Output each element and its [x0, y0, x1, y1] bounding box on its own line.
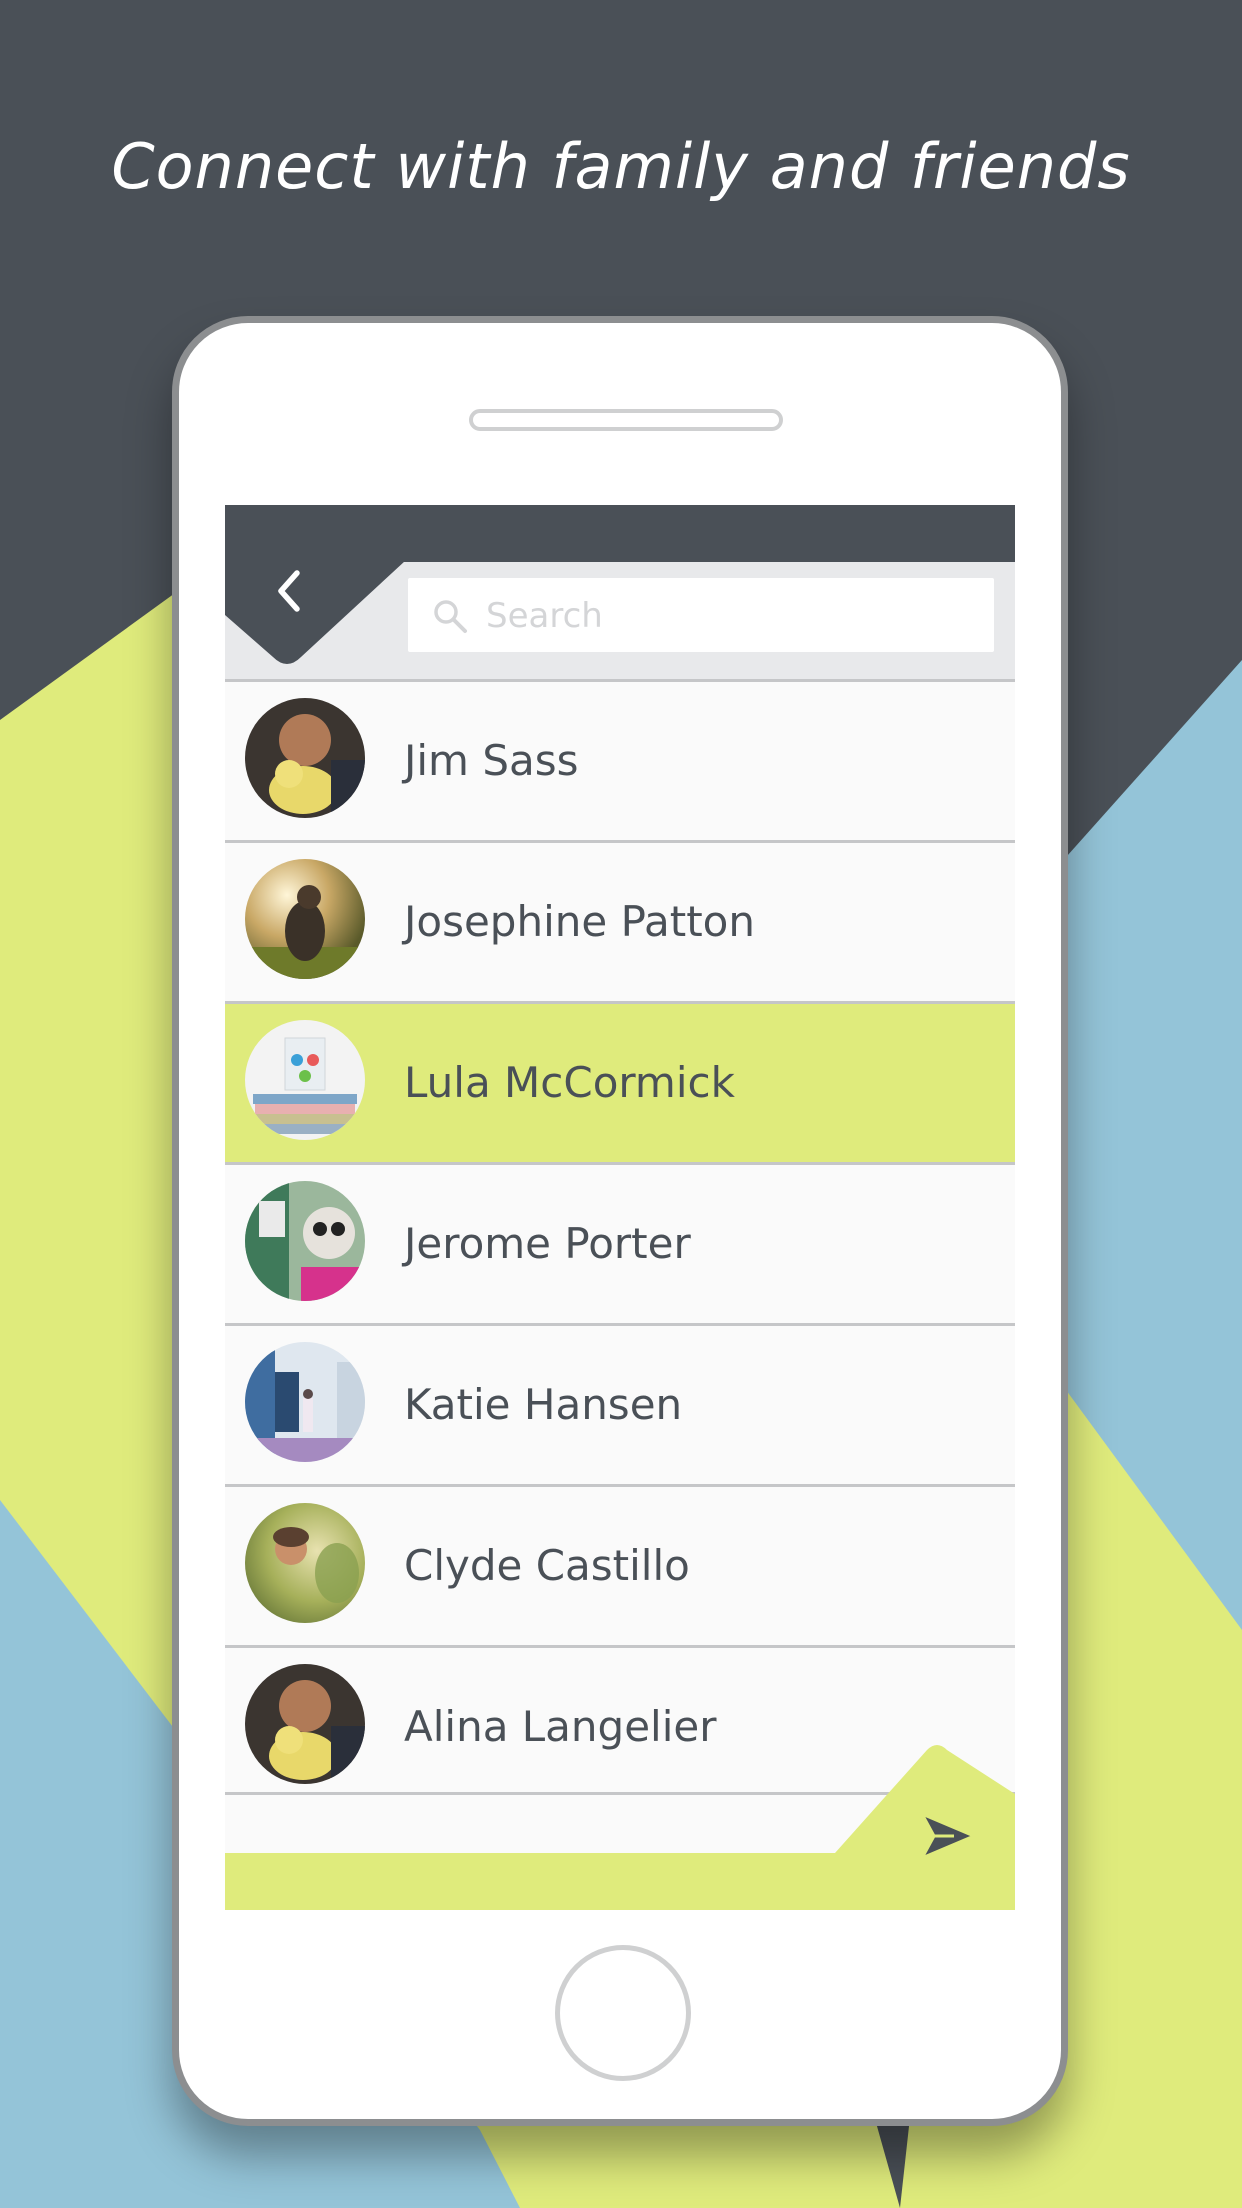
avatar — [245, 1342, 365, 1462]
contact-row-katie-hansen[interactable]: Katie Hansen — [225, 1323, 1015, 1484]
phone-speaker — [469, 409, 783, 431]
avatar — [245, 1503, 365, 1623]
avatar — [245, 698, 365, 818]
contact-name: Lula McCormick — [404, 1058, 735, 1107]
contact-row-jim-sass[interactable]: Jim Sass — [225, 679, 1015, 840]
back-button[interactable] — [261, 561, 321, 621]
contact-name: Josephine Patton — [404, 897, 755, 946]
avatar — [245, 1664, 365, 1784]
avatar — [245, 859, 365, 979]
tagline: Connect with family and friends — [111, 130, 1131, 203]
contact-name: Katie Hansen — [404, 1380, 683, 1429]
search-box[interactable] — [408, 578, 994, 654]
phone-home-button[interactable] — [555, 1945, 691, 2081]
avatar — [245, 1020, 365, 1140]
contact-name: Clyde Castillo — [404, 1541, 690, 1590]
app-screen: Jim Sass Josephine Patton — [225, 505, 1015, 1910]
contact-row-josephine-patton[interactable]: Josephine Patton — [225, 840, 1015, 1001]
contact-name: Jim Sass — [404, 736, 579, 785]
contact-row-jerome-porter[interactable]: Jerome Porter — [225, 1162, 1015, 1323]
contact-name: Jerome Porter — [404, 1219, 691, 1268]
contact-name: Alina Langelier — [404, 1702, 717, 1751]
contact-row-clyde-castillo[interactable]: Clyde Castillo — [225, 1484, 1015, 1645]
search-icon — [434, 600, 467, 633]
contact-list: Jim Sass Josephine Patton Lula McCormick… — [225, 679, 1015, 1806]
search-input[interactable] — [484, 578, 978, 654]
chevron-left-icon — [278, 570, 300, 612]
send-icon — [920, 1812, 976, 1860]
contact-row-lula-mccormick[interactable]: Lula McCormick — [225, 1001, 1015, 1162]
send-button[interactable] — [920, 1810, 976, 1862]
back-wedge — [225, 505, 425, 664]
avatar — [245, 1181, 365, 1301]
